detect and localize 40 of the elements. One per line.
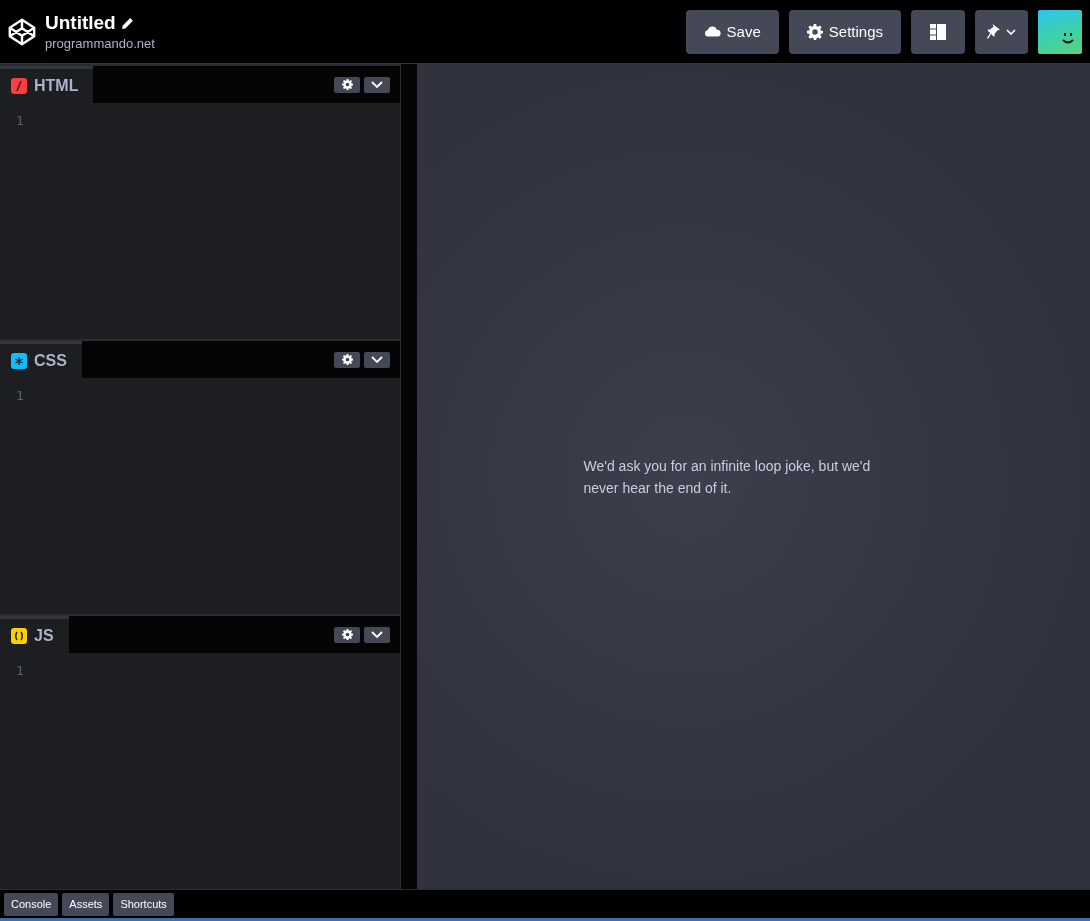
editor-tab[interactable]: CSS <box>0 341 82 378</box>
pin-icon <box>987 24 1000 39</box>
cloud-icon <box>703 26 721 37</box>
footer-button[interactable]: Console <box>4 892 59 916</box>
gear-icon <box>341 354 353 365</box>
editor-label: CSS <box>34 352 67 370</box>
pen-title[interactable]: Untitled <box>45 12 116 34</box>
preview-message: We'd ask you for an infinite loop joke, but we'd never hear the end of it. <box>583 456 872 498</box>
line-number: 1 <box>16 663 24 678</box>
chevron-down-icon <box>371 356 383 363</box>
editor-settings-button[interactable] <box>334 76 360 93</box>
line-number: 1 <box>16 388 24 403</box>
editor-tab[interactable]: JS <box>0 616 69 653</box>
chevron-down-icon <box>1006 28 1016 35</box>
pin-button[interactable] <box>975 9 1028 54</box>
gear-icon <box>806 23 823 40</box>
editor-tab[interactable]: HTML <box>0 66 94 103</box>
gear-icon <box>341 79 353 90</box>
editor-settings-button[interactable] <box>334 626 360 643</box>
editor-settings-button[interactable] <box>334 351 360 368</box>
layout-icon <box>930 23 946 40</box>
editor-collapse-button[interactable] <box>364 351 390 368</box>
footer-button[interactable]: Assets <box>62 892 110 916</box>
smiley-icon <box>1061 32 1075 45</box>
save-button[interactable]: Save <box>685 9 779 54</box>
layout-button[interactable] <box>911 9 965 54</box>
editor-collapse-button[interactable] <box>364 76 390 93</box>
gear-icon <box>341 629 353 640</box>
editor-label: HTML <box>34 77 79 95</box>
cube-logo-icon[interactable] <box>7 16 37 47</box>
editor-collapse-button[interactable] <box>364 626 390 643</box>
owner-name[interactable]: programmando.net <box>45 36 155 51</box>
settings-button[interactable]: Settings <box>788 9 901 54</box>
avatar[interactable] <box>1038 9 1082 54</box>
footer-button[interactable]: Shortcuts <box>113 892 174 916</box>
pencil-icon[interactable] <box>120 16 134 30</box>
line-number: 1 <box>16 113 24 128</box>
editor-label: JS <box>34 627 54 645</box>
chevron-down-icon <box>371 631 383 638</box>
chevron-down-icon <box>371 81 383 88</box>
